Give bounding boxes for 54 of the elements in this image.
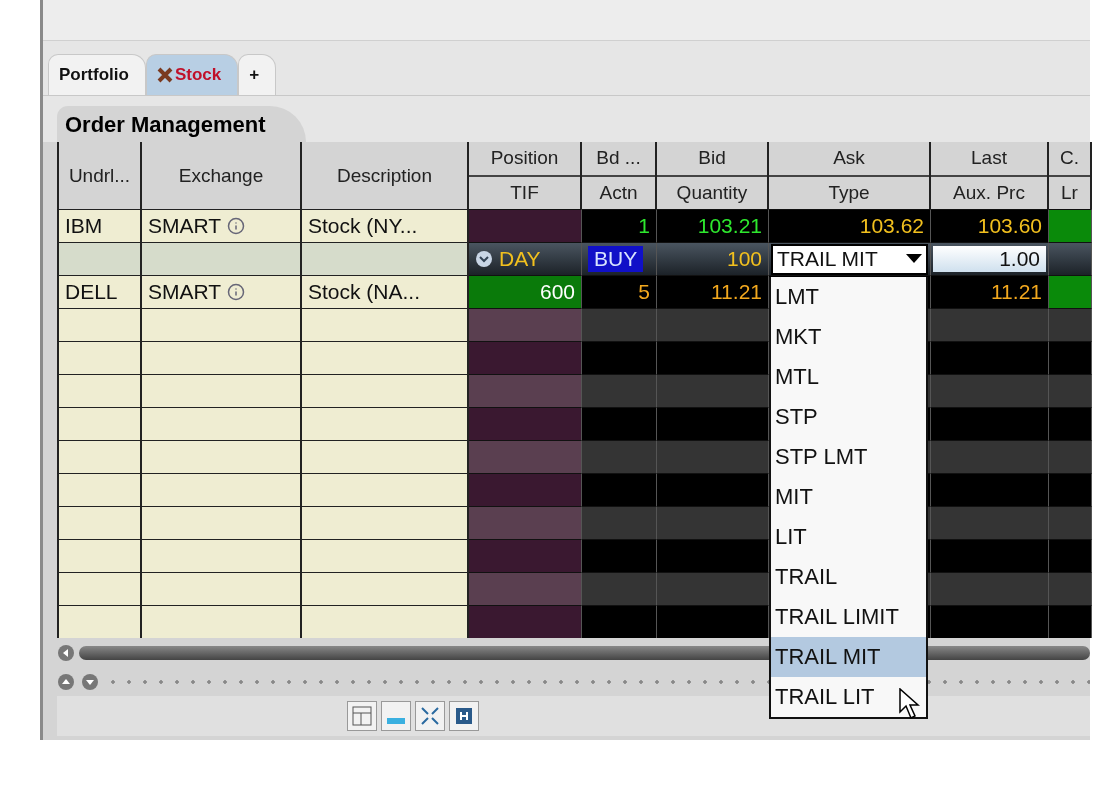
- exchange-text: SMART: [148, 280, 222, 304]
- table-cell: [1049, 440, 1092, 473]
- menu-item[interactable]: TRAIL LIT: [771, 677, 926, 717]
- price-text: 11.21: [711, 280, 762, 304]
- table-cell: [1049, 341, 1092, 374]
- panel-icon[interactable]: [381, 701, 411, 731]
- table-cell: IBM: [59, 209, 142, 242]
- table-cell: Stock (NY...: [302, 209, 469, 242]
- menu-item[interactable]: LMT: [771, 277, 926, 317]
- menu-item[interactable]: TRAIL: [771, 557, 926, 597]
- table-cell: 600: [469, 275, 582, 308]
- up-icon[interactable]: [57, 673, 75, 691]
- menu-item[interactable]: STP: [771, 397, 926, 437]
- menu-item[interactable]: STP LMT: [771, 437, 926, 477]
- menu-item[interactable]: TRAIL MIT: [771, 637, 926, 677]
- layout-icon[interactable]: [347, 701, 377, 731]
- caret-icon: [906, 254, 922, 264]
- price-text: 103.60: [977, 214, 1042, 238]
- table-cell: [1049, 539, 1092, 572]
- table-cell: [1049, 572, 1092, 605]
- down-icon[interactable]: [81, 673, 99, 691]
- exchange-text: SMART: [148, 214, 222, 238]
- price-text: 103.21: [697, 214, 762, 238]
- table-cell: [1049, 407, 1092, 440]
- price-text: 11.21: [991, 280, 1042, 304]
- info-icon[interactable]: [227, 217, 246, 235]
- table-cell: [1049, 506, 1092, 539]
- menu-item[interactable]: MTL: [771, 357, 926, 397]
- table-cell: [1049, 374, 1092, 407]
- panel-title: Order Management: [57, 106, 306, 142]
- table-cell: [1049, 308, 1092, 341]
- price-text: 103.62: [859, 214, 924, 238]
- table-cell: [1049, 473, 1092, 506]
- price-text: 1: [638, 214, 650, 238]
- menu-item[interactable]: MIT: [771, 477, 926, 517]
- order-type-dropdown[interactable]: TRAIL MIT: [771, 243, 928, 275]
- menu-item[interactable]: MKT: [771, 317, 926, 357]
- table-cell: Stock (NA...: [302, 275, 469, 308]
- expand-icon[interactable]: [415, 701, 445, 731]
- menu-item[interactable]: LIT: [771, 517, 926, 557]
- close-icon[interactable]: [156, 67, 173, 83]
- table-cell: [1049, 605, 1092, 638]
- tab[interactable]: Portfolio: [48, 54, 146, 95]
- menu-item[interactable]: TRAIL LIMIT: [771, 597, 926, 637]
- aux-price-field[interactable]: 1.00: [933, 246, 1046, 272]
- window-icon[interactable]: [449, 701, 479, 731]
- action-field[interactable]: BUY: [588, 246, 644, 272]
- tab[interactable]: +: [238, 54, 277, 95]
- dropdown-circle-icon[interactable]: [475, 250, 493, 268]
- table-cell: DELL: [59, 275, 142, 308]
- tab[interactable]: Stock: [145, 54, 239, 95]
- scroll-left-icon[interactable]: [57, 644, 75, 662]
- price-text: 5: [638, 280, 650, 304]
- info-icon[interactable]: [227, 283, 246, 301]
